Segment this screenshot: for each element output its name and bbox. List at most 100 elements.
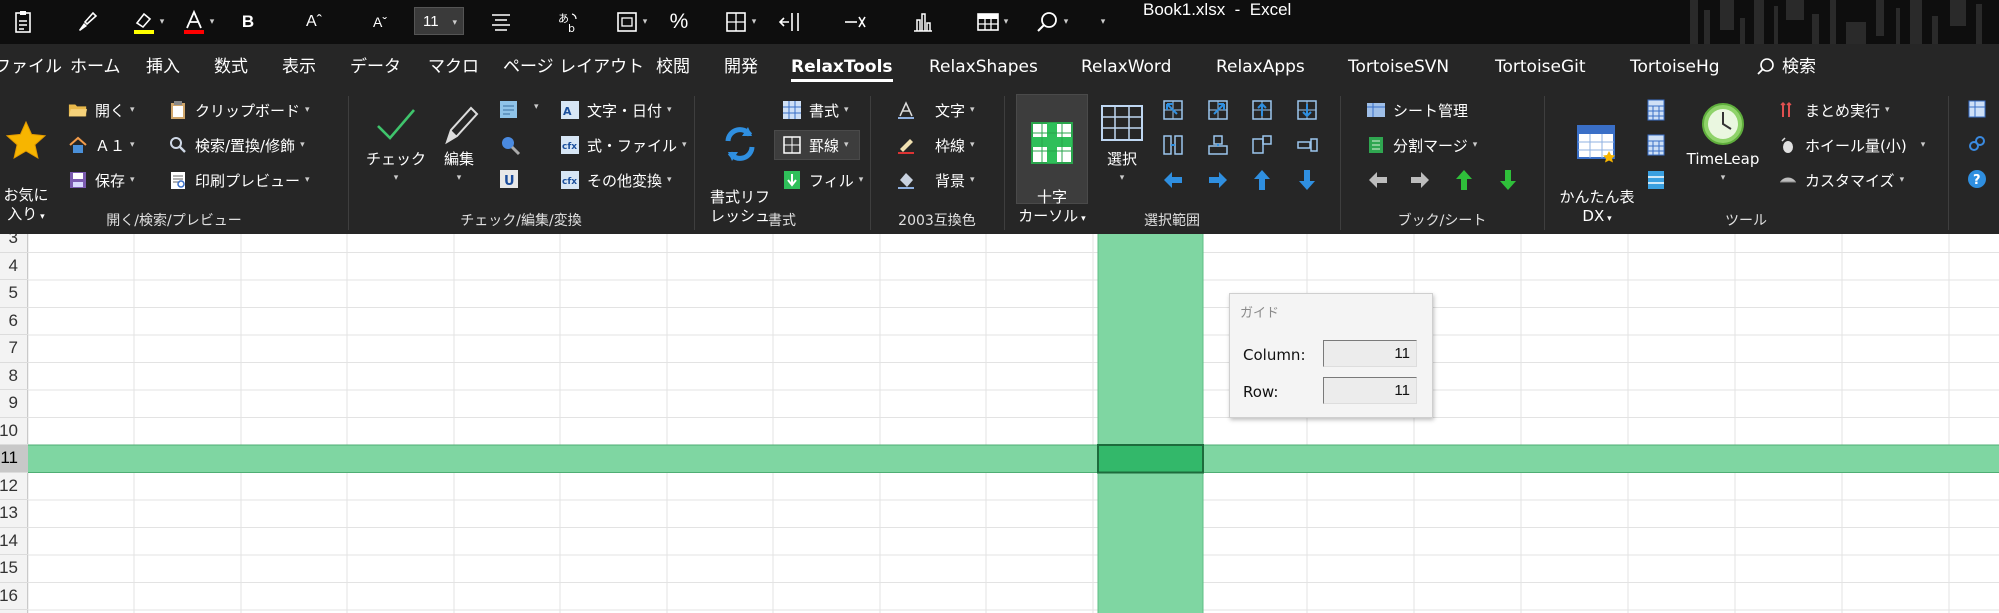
clipboard-button[interactable]: クリップボード ▾	[168, 98, 310, 122]
select-column-center-icon[interactable]	[1206, 133, 1230, 157]
bold-icon[interactable]: B	[236, 0, 260, 44]
fill-button[interactable]: フィル ▾	[782, 168, 863, 192]
customize-button[interactable]: カスタマイズ ▾	[1778, 168, 1904, 192]
sheet-grid-icon[interactable]	[1966, 98, 1990, 122]
help-icon[interactable]: ?	[1966, 168, 1990, 192]
a1-button[interactable]: Ａ１ ▾	[68, 133, 135, 157]
tab-relaxword[interactable]: RelaxWord	[1081, 44, 1171, 90]
tab-macro[interactable]: マクロ	[428, 44, 479, 90]
text-date-button[interactable]: A 文字・日付 ▾	[560, 98, 672, 122]
arrow-left-icon[interactable]	[1161, 168, 1185, 192]
sheet-management-button[interactable]: シート管理	[1366, 98, 1468, 122]
tab-page-layout[interactable]: ページ レイアウト	[503, 44, 644, 90]
tab-tortoisegit[interactable]: TortoiseGit	[1495, 44, 1586, 90]
arrow-right-grey-icon[interactable]	[1408, 168, 1432, 192]
tab-tortoisehg[interactable]: TortoiseHg	[1630, 44, 1720, 90]
simple-table-dx-button[interactable]: かんたん表 DX ▾	[1556, 98, 1638, 229]
note-dropdown-icon[interactable]: ▾	[534, 102, 539, 112]
select-button[interactable]: 選択 ▾	[1094, 98, 1150, 188]
arrow-right-icon[interactable]	[1206, 168, 1230, 192]
list-grid-icon[interactable]	[1644, 168, 1668, 192]
row-header[interactable]: 12	[0, 473, 28, 500]
arrow-left-grey-icon[interactable]	[1366, 168, 1390, 192]
borders-icon[interactable]: ▾	[718, 0, 762, 44]
favorites-button[interactable]: お気に 入り ▾	[0, 96, 52, 227]
other-convert-button[interactable]: cfx その他変換 ▾	[560, 168, 672, 192]
paste-format-icon[interactable]	[8, 0, 40, 44]
font-color-icon[interactable]: ▾	[178, 0, 218, 44]
row-header[interactable]: 4	[0, 253, 28, 280]
check-button[interactable]: チェック ▾	[366, 98, 426, 188]
table-icon[interactable]: ▾	[970, 0, 1014, 44]
row-header[interactable]: 8	[0, 363, 28, 390]
tab-relaxapps[interactable]: RelaxApps	[1216, 44, 1305, 90]
text-color-2003-button[interactable]: 文字 ▾	[896, 98, 975, 122]
qat-customize-icon[interactable]: ▾	[1094, 0, 1108, 44]
format-refresh-button[interactable]: 書式リフ レッシュ	[708, 98, 772, 226]
timeleap-button[interactable]: TimeLeap ▾	[1682, 98, 1764, 188]
row-header[interactable]: 15	[0, 555, 28, 583]
percent-icon[interactable]: %	[666, 0, 692, 44]
border-format-icon[interactable]: ▾	[608, 0, 654, 44]
convert-icon[interactable]: あb	[556, 0, 582, 44]
select-up-right-icon[interactable]	[1206, 98, 1230, 122]
note-icon[interactable]	[498, 98, 522, 122]
magnifier-icon[interactable]	[498, 133, 522, 157]
guide-window[interactable]: ガイド Column: 11 Row: 11	[1229, 293, 1433, 418]
calculator-icon-2[interactable]	[1644, 133, 1668, 157]
row-header[interactable]: 16	[0, 583, 28, 610]
format-button[interactable]: 書式 ▾	[782, 98, 849, 122]
row-header[interactable]: 6	[0, 308, 28, 335]
arrow-down-green-icon[interactable]	[1496, 168, 1520, 192]
highlight-color-icon[interactable]: ▾	[128, 0, 168, 44]
border-button[interactable]: 罫線 ▾	[782, 133, 849, 157]
edit-button[interactable]: 編集 ▾	[430, 98, 488, 188]
link-icon[interactable]	[1966, 133, 1990, 157]
search-icon[interactable]: ▾	[1030, 0, 1074, 44]
find-replace-button[interactable]: 検索/置換/修飾 ▾	[168, 133, 305, 157]
arrow-up-icon[interactable]	[1250, 168, 1274, 192]
select-bottom-icon[interactable]	[1295, 98, 1319, 122]
chart-icon[interactable]	[908, 0, 938, 44]
row-header[interactable]: 10	[0, 418, 28, 445]
save-button[interactable]: 保存 ▾	[68, 168, 135, 192]
worksheet[interactable]: 3 4 5 6 7 8 9 10 11 12 13 14 15 16 ガイド Column: 11 Row…	[0, 234, 1999, 613]
row-header[interactable]: 5	[0, 280, 28, 308]
print-preview-button[interactable]: 印刷プレビュー ▾	[168, 168, 310, 192]
align-icon[interactable]	[488, 0, 514, 44]
formula-file-button[interactable]: cfx 式・ファイル ▾	[560, 133, 687, 157]
tab-relaxshapes[interactable]: RelaxShapes	[929, 44, 1038, 90]
open-button[interactable]: 開く ▾	[68, 98, 135, 122]
tab-developer[interactable]: 開発	[724, 44, 758, 90]
tab-review[interactable]: 校閲	[656, 44, 690, 90]
select-block-icon[interactable]	[1250, 133, 1274, 157]
frame-color-2003-button[interactable]: 枠線 ▾	[896, 133, 975, 157]
tab-search[interactable]: 検索	[1756, 44, 1816, 90]
tab-file[interactable]: ファイル	[0, 44, 62, 90]
delete-row-icon[interactable]	[840, 0, 870, 44]
select-column-left-icon[interactable]	[1161, 133, 1185, 157]
tab-formulas[interactable]: 数式	[214, 44, 248, 90]
row-header[interactable]: 11	[0, 445, 28, 473]
calculator-icon-1[interactable]	[1644, 98, 1668, 122]
row-header[interactable]: 9	[0, 390, 28, 418]
select-top-icon[interactable]	[1250, 98, 1274, 122]
arrow-down-icon[interactable]	[1295, 168, 1319, 192]
shrink-font-icon[interactable]: Aˇ	[366, 0, 394, 44]
tab-data[interactable]: データ	[350, 44, 401, 90]
background-color-2003-button[interactable]: 背景 ▾	[896, 168, 975, 192]
tab-insert[interactable]: 挿入	[146, 44, 180, 90]
tab-tortoisesvn[interactable]: TortoiseSVN	[1348, 44, 1449, 90]
grow-font-icon[interactable]: Aˆ	[300, 0, 328, 44]
tab-relaxtools[interactable]: RelaxTools	[791, 44, 893, 90]
split-merge-button[interactable]: 分割マージ ▾	[1366, 133, 1477, 157]
arrow-up-green-icon[interactable]	[1452, 168, 1476, 192]
row-header[interactable]: 13	[0, 500, 28, 528]
tab-home[interactable]: ホーム	[70, 44, 121, 90]
tab-view[interactable]: 表示	[282, 44, 316, 90]
row-header[interactable]: 7	[0, 335, 28, 363]
delete-column-icon[interactable]	[776, 0, 806, 44]
unicode-icon[interactable]: U	[498, 168, 522, 192]
font-size-box[interactable]: 11 ▾	[414, 7, 464, 35]
select-up-left-icon[interactable]	[1161, 98, 1185, 122]
